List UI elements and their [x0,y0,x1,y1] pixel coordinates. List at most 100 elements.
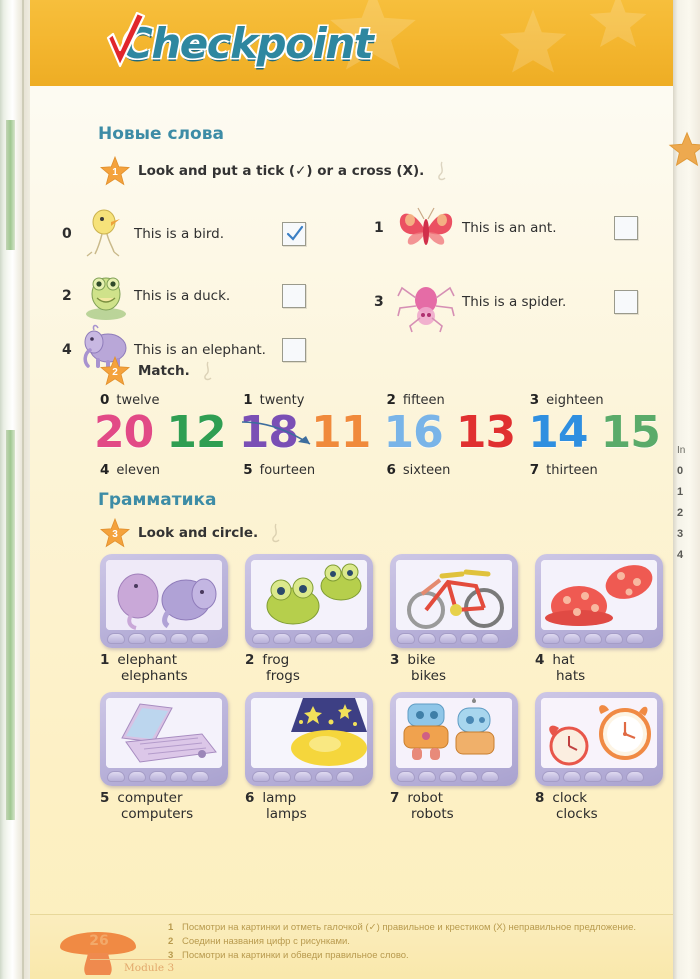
picture-frame[interactable] [390,692,518,786]
tick-checkbox[interactable] [614,290,638,314]
caption-singular[interactable]: frog [262,652,289,668]
caption-plural[interactable]: lamps [266,806,390,822]
frame-buttons [107,771,209,782]
frame-button-icon[interactable] [439,633,457,644]
frame-button-icon[interactable] [626,633,644,644]
caption-plural[interactable]: frogs [266,668,390,684]
numeral[interactable]: 16 [384,406,456,460]
frame-button-icon[interactable] [481,771,499,782]
frame-button-icon[interactable] [315,771,333,782]
caption-singular[interactable]: elephant [117,652,177,668]
picture-frame[interactable] [245,692,373,786]
frame-button-icon[interactable] [605,633,623,644]
frame-button-icon[interactable] [336,633,354,644]
next-page-item: 1 [677,486,684,498]
bike-photo [396,560,512,630]
caption-plural[interactable]: clocks [556,806,680,822]
frame-button-right-icon[interactable] [563,633,581,644]
caption-singular[interactable]: bike [407,652,435,668]
frame-button-right-icon[interactable] [128,633,146,644]
picture-frame[interactable] [245,554,373,648]
caption-plural[interactable]: robots [411,806,535,822]
frame-button-icon[interactable] [191,633,209,644]
frame-button-icon[interactable] [460,633,478,644]
picture-frame[interactable] [535,692,663,786]
tick-checkbox[interactable] [282,222,306,246]
note-text: Посмотри на картинки и отметь галочкой (… [182,922,637,933]
item-text: This is a bird. [134,226,225,242]
frame-button-right-icon[interactable] [418,771,436,782]
frame-button-left-icon[interactable] [252,771,270,782]
frame-button-left-icon[interactable] [542,633,560,644]
frame-button-left-icon[interactable] [107,771,125,782]
word-item[interactable]: 2 fifteen [387,392,530,408]
numeral[interactable]: 13 [456,406,528,460]
picture-frame[interactable] [535,554,663,648]
caption-singular[interactable]: robot [407,790,443,806]
caption-singular[interactable]: computer [117,790,182,806]
caption-singular[interactable]: clock [552,790,587,806]
pencil-icon [272,523,280,543]
frame-button-icon[interactable] [584,771,602,782]
numeral[interactable]: 20 [94,406,166,460]
tick-checkbox[interactable] [282,284,306,308]
next-page-item: 3 [677,528,684,540]
picture-frame[interactable] [100,554,228,648]
frame-button-icon[interactable] [460,771,478,782]
caption-plural[interactable]: hats [556,668,680,684]
grid-cell: 7 robot robots [390,692,535,822]
frame-button-right-icon[interactable] [563,771,581,782]
frame-button-icon[interactable] [605,771,623,782]
frame-button-icon[interactable] [294,771,312,782]
checkpoint-logo: Checkpoint [100,12,374,76]
frame-button-right-icon[interactable] [128,771,146,782]
word-item[interactable]: 7 thirteen [530,462,673,478]
frame-button-icon[interactable] [294,633,312,644]
frame-button-icon[interactable] [149,771,167,782]
frame-button-left-icon[interactable] [397,771,415,782]
frame-button-icon[interactable] [626,771,644,782]
frame-button-icon[interactable] [191,771,209,782]
item-number: 0 [62,226,72,242]
frame-button-left-icon[interactable] [252,633,270,644]
frame-button-right-icon[interactable] [273,771,291,782]
frame-button-right-icon[interactable] [418,633,436,644]
frame-buttons [397,771,499,782]
frame-button-icon[interactable] [315,633,333,644]
frame-button-left-icon[interactable] [397,633,415,644]
word-item[interactable]: 0 twelve [100,392,243,408]
word-item[interactable]: 6 sixteen [387,462,530,478]
word-item[interactable]: 5 fourteen [243,462,386,478]
picture-frame[interactable] [390,554,518,648]
frame-button-icon[interactable] [439,771,457,782]
frame-button-icon[interactable] [481,633,499,644]
numeral[interactable]: 15 [601,406,673,460]
word-item[interactable]: 3 eighteen [530,392,673,408]
caption-number: 3 [390,652,400,668]
numeral[interactable]: 12 [166,406,238,460]
caption-plural[interactable]: bikes [411,668,535,684]
frame-button-icon[interactable] [584,633,602,644]
word-number: 2 [386,392,396,408]
caption-singular[interactable]: lamp [262,790,296,806]
frame-button-left-icon[interactable] [542,771,560,782]
picture-frame[interactable] [100,692,228,786]
page-content: Новые слова 1 Look and put a tick (✓) or… [28,86,673,914]
frame-button-icon[interactable] [170,771,188,782]
caption-plural[interactable]: elephants [121,668,245,684]
caption-number: 6 [245,790,255,806]
robots-photo [396,698,512,768]
numeral[interactable]: 14 [528,406,600,460]
frame-button-icon[interactable] [336,771,354,782]
word-item[interactable]: 1 twenty [243,392,386,408]
word-number: 3 [529,392,540,408]
frame-button-icon[interactable] [149,633,167,644]
frame-button-icon[interactable] [170,633,188,644]
word-item[interactable]: 4 eleven [100,462,243,478]
tick-checkbox[interactable] [614,216,638,240]
frame-button-left-icon[interactable] [107,633,125,644]
caption-plural[interactable]: computers [121,806,245,822]
grid-cell: 6 lamp lamps [245,692,390,822]
frame-button-right-icon[interactable] [273,633,291,644]
caption-singular[interactable]: hat [552,652,574,668]
